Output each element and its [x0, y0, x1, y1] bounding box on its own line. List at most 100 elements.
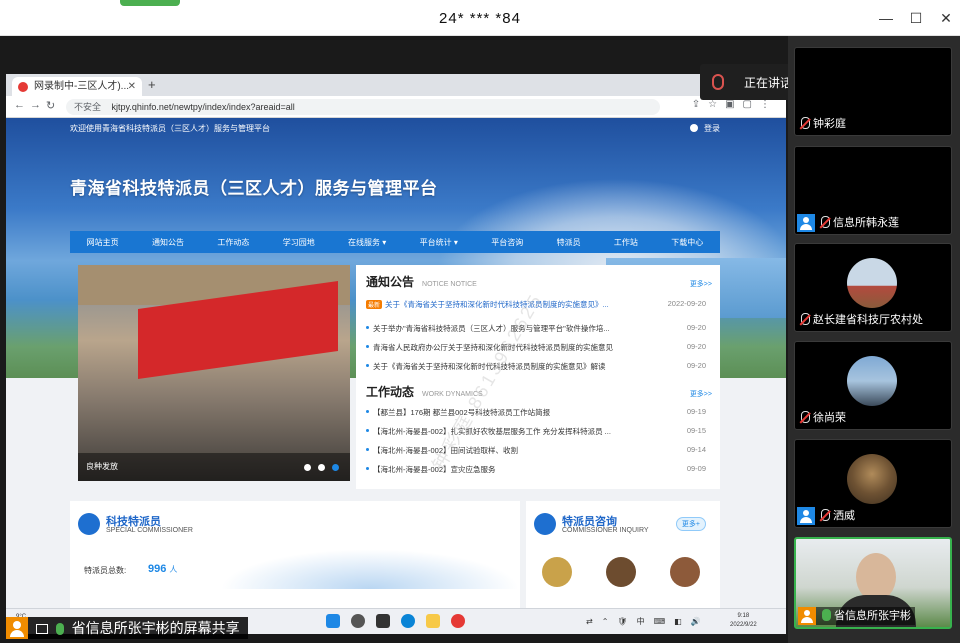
presenter-user-icon [6, 617, 28, 639]
mic-muted-icon [801, 117, 810, 129]
maximize-icon[interactable]: ☐ [906, 8, 926, 28]
participant-name-tag: 赵长建省科技厅农村处 [797, 311, 927, 329]
avatar [847, 356, 897, 406]
meeting-title: 24* *** *84 [439, 10, 521, 27]
participants-panel: 钟彩庭 信息所韩永莲 赵长建省科技厅农村处 徐尚荣 洒威 省信息所张宇彬 [788, 36, 960, 643]
inquiry-icon [534, 513, 556, 535]
start-icon[interactable] [326, 614, 340, 628]
close-icon[interactable]: ✕ [936, 8, 956, 28]
work-item[interactable]: 【海北州-海晏县-002】扎实抓好农牧基层服务工作 充分发挥科特派员 ... 09… [366, 426, 712, 437]
shared-screen: 网录制中-三区人才)... ✕ + ⌄—☐✕ ← → ↻ 不安全 kjtpy.q… [6, 74, 786, 634]
browser-toolbar-icons[interactable]: ⇪☆▣▢⋮ [692, 99, 778, 110]
product-image[interactable] [542, 557, 572, 587]
participant-tile[interactable]: 钟彩庭 [794, 47, 952, 136]
presenter-user-icon [798, 607, 816, 625]
nav-item-work[interactable]: 工作动态 [217, 237, 249, 248]
nav-item-workstation[interactable]: 工作站 [614, 237, 638, 248]
nav-item-learning[interactable]: 学习园地 [283, 237, 315, 248]
user-icon [797, 214, 815, 232]
participant-tile-active[interactable]: 省信息所张宇彬 [794, 537, 952, 629]
participant-tile[interactable]: 信息所韩永莲 [794, 146, 952, 235]
browser-tabstrip: 网录制中-三区人才)... ✕ + ⌄—☐✕ [6, 74, 786, 96]
window-drag-handle[interactable] [120, 0, 180, 6]
commissioner-total-value: 996 人 [148, 563, 178, 575]
browser-tab-title: 网录制中-三区人才)... [34, 81, 129, 92]
new-badge: 最新 [366, 300, 383, 309]
slide-caption: 良种发放 [86, 462, 118, 471]
mic-muted-icon [801, 313, 810, 325]
microphone-icon [712, 74, 724, 90]
nav-item-notices[interactable]: 通知公告 [152, 237, 184, 248]
work-item[interactable]: 【都兰县】176期 都兰县002号科技特派员工作站简报 09-19 [366, 407, 712, 418]
minimize-icon[interactable]: — [876, 8, 896, 28]
mic-muted-icon [801, 411, 810, 423]
nav-item-statistics[interactable]: 平台统计 ▾ [420, 237, 458, 248]
mic-on-icon [55, 623, 64, 635]
photo-slider[interactable]: 良种发放 [78, 265, 350, 481]
task-view-icon[interactable] [376, 614, 391, 628]
participant-tile[interactable]: 洒威 [794, 439, 952, 528]
nav-item-downloads[interactable]: 下载中心 [671, 237, 703, 248]
new-tab-icon[interactable]: + [148, 77, 156, 92]
notice-more-link[interactable]: 更多>> [690, 279, 712, 289]
reload-icon[interactable]: ↻ [46, 99, 55, 112]
search-icon[interactable] [351, 614, 366, 628]
mic-on-icon [822, 609, 831, 621]
screen-share-icon [35, 624, 48, 634]
file-explorer-icon[interactable] [426, 614, 441, 628]
chrome-icon[interactable] [451, 614, 466, 628]
insecure-label: 不安全 [74, 102, 102, 112]
nav-item-consult[interactable]: 平台咨询 [491, 237, 523, 248]
participant-name-tag: 洒威 [797, 507, 859, 525]
presenter-face [856, 553, 896, 601]
participant-tile[interactable]: 赵长建省科技厅农村处 [794, 243, 952, 332]
forward-icon[interactable]: → [30, 99, 41, 111]
slide-dot[interactable] [304, 464, 311, 471]
mic-muted-icon [821, 216, 830, 228]
notice-item[interactable]: 青海省人民政府办公厅关于坚持和深化新时代科技特派员制度的实施意见 09-20 [366, 342, 712, 353]
notice-item[interactable]: 关于《青海省关于坚持和深化新时代科技特派员制度的实施意见》解读 09-20 [366, 361, 712, 372]
system-tray[interactable]: ⇄⌃🛡中⌨◧🔊 [586, 616, 710, 627]
main-nav: 网站主页 通知公告 工作动态 学习园地 在线服务 ▾ 平台统计 ▾ 平台咨询 特… [70, 231, 720, 253]
screen-share-label: 省信息所张宇彬的屏幕共享 [6, 617, 248, 639]
notice-heading: 通知公告 NOTICE NOTICE [366, 275, 477, 289]
avatar [847, 258, 897, 308]
commissioner-total-label: 特派员总数: [84, 566, 127, 575]
inquiry-more-button[interactable]: 更多+ [675, 517, 706, 531]
work-item[interactable]: 【海北州-海晏县-002】田间试验取样、收割 09-14 [366, 445, 712, 456]
meeting-title-bar: 24* *** *84 — ☐ ✕ [0, 0, 960, 36]
browser-address-bar: ← → ↻ 不安全 kjtpy.qhinfo.net/newtpy/index/… [6, 96, 786, 118]
edge-icon[interactable] [401, 614, 416, 628]
user-icon [797, 507, 815, 525]
nav-item-commissioner[interactable]: 特派员 [557, 237, 581, 248]
statistics-chart [220, 549, 520, 589]
commissioner-icon [78, 513, 100, 535]
product-image[interactable] [606, 557, 636, 587]
notice-item[interactable]: 关于举办"青海省科技特派员（三区人才）服务与管理平台"软件操作培... 09-20 [366, 323, 712, 334]
product-image[interactable] [670, 557, 700, 587]
clock[interactable]: 9:18 2022/9/22 [730, 612, 757, 630]
login-link[interactable]: 登录 [690, 123, 720, 134]
nav-item-home[interactable]: 网站主页 [87, 237, 119, 248]
nav-item-online-service[interactable]: 在线服务 ▾ [348, 237, 386, 248]
participant-name-tag: 信息所韩永莲 [797, 214, 903, 232]
participant-name-tag: 省信息所张宇彬 [798, 607, 915, 625]
participant-name-tag: 钟彩庭 [797, 115, 850, 133]
slide-dot-active[interactable] [332, 464, 339, 471]
participant-name-tag: 徐尚荣 [797, 409, 850, 427]
url-field[interactable]: 不安全 kjtpy.qhinfo.net/newtpy/index/index?… [66, 99, 660, 115]
participant-tile[interactable]: 徐尚荣 [794, 341, 952, 430]
slide-dot[interactable] [318, 464, 325, 471]
inquiry-title-en: COMMISSIONER INQUIRY [562, 527, 649, 534]
tab-close-icon[interactable]: ✕ [128, 77, 136, 96]
work-item[interactable]: 【海北州-海晏县-002】宣灾应急服务 09-09 [366, 464, 712, 475]
commissioner-title-en: SPECIAL COMMISSIONER [106, 527, 193, 534]
favicon-icon [18, 82, 28, 92]
browser-tab[interactable]: 网录制中-三区人才)... ✕ [12, 77, 142, 96]
mountain-image [436, 178, 786, 268]
back-icon[interactable]: ← [14, 99, 25, 111]
work-more-link[interactable]: 更多>> [690, 389, 712, 399]
commissioner-card: 科技特派员 SPECIAL COMMISSIONER 特派员总数: 996 人 [70, 501, 520, 608]
welcome-text: 欢迎使用青海省科技特派员（三区人才）服务与管理平台 [70, 124, 270, 133]
user-icon [690, 124, 698, 132]
